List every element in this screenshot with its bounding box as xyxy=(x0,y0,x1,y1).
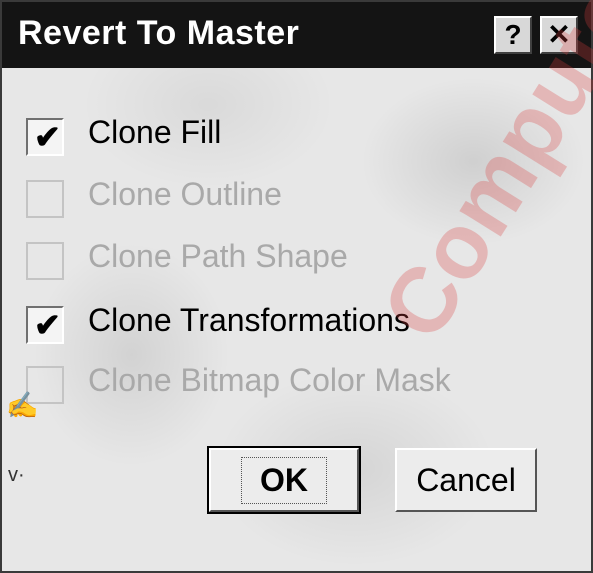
help-button[interactable]: ? xyxy=(494,16,532,54)
clone-bitmap-color-mask-label: Clone Bitmap Color Mask xyxy=(88,362,451,398)
checkbox-clone-transformations[interactable]: ✔ xyxy=(26,306,64,344)
ok-button[interactable]: OK xyxy=(207,446,361,514)
revert-to-master-dialog: Revert To Master ? ✕ ✔ Clone Fill Clone … xyxy=(0,0,593,573)
checkbox-clone-path-shape xyxy=(26,242,64,280)
option-clone-transformations[interactable]: ✔ Clone Transformations xyxy=(26,302,486,346)
clone-path-shape-label: Clone Path Shape xyxy=(88,238,348,274)
option-clone-bitmap-color-mask: Clone Bitmap Color Mask xyxy=(26,362,486,406)
pointer-mark-icon: ✍ xyxy=(6,390,39,420)
checkmark-icon: ✔ xyxy=(34,307,61,343)
scribble-mark-icon: v· xyxy=(8,464,25,486)
option-clone-outline: Clone Outline xyxy=(26,176,486,220)
checkbox-clone-outline xyxy=(26,180,64,218)
checkbox-clone-fill[interactable]: ✔ xyxy=(26,118,64,156)
option-clone-fill[interactable]: ✔ Clone Fill xyxy=(26,114,486,158)
help-icon: ? xyxy=(504,19,522,50)
clone-outline-label: Clone Outline xyxy=(88,176,282,212)
ok-button-label: OK xyxy=(241,456,327,504)
clone-transformations-label: Clone Transformations xyxy=(88,302,410,338)
close-icon: ✕ xyxy=(547,19,571,50)
dialog-title: Revert To Master xyxy=(18,14,300,52)
option-clone-path-shape: Clone Path Shape xyxy=(26,238,486,282)
checkmark-icon: ✔ xyxy=(34,119,61,155)
title-bar[interactable]: Revert To Master ? ✕ xyxy=(2,2,591,68)
clone-fill-label: Clone Fill xyxy=(88,114,222,150)
cancel-button-label: Cancel xyxy=(416,461,516,498)
close-button[interactable]: ✕ xyxy=(540,16,578,54)
cancel-button[interactable]: Cancel xyxy=(395,448,537,512)
